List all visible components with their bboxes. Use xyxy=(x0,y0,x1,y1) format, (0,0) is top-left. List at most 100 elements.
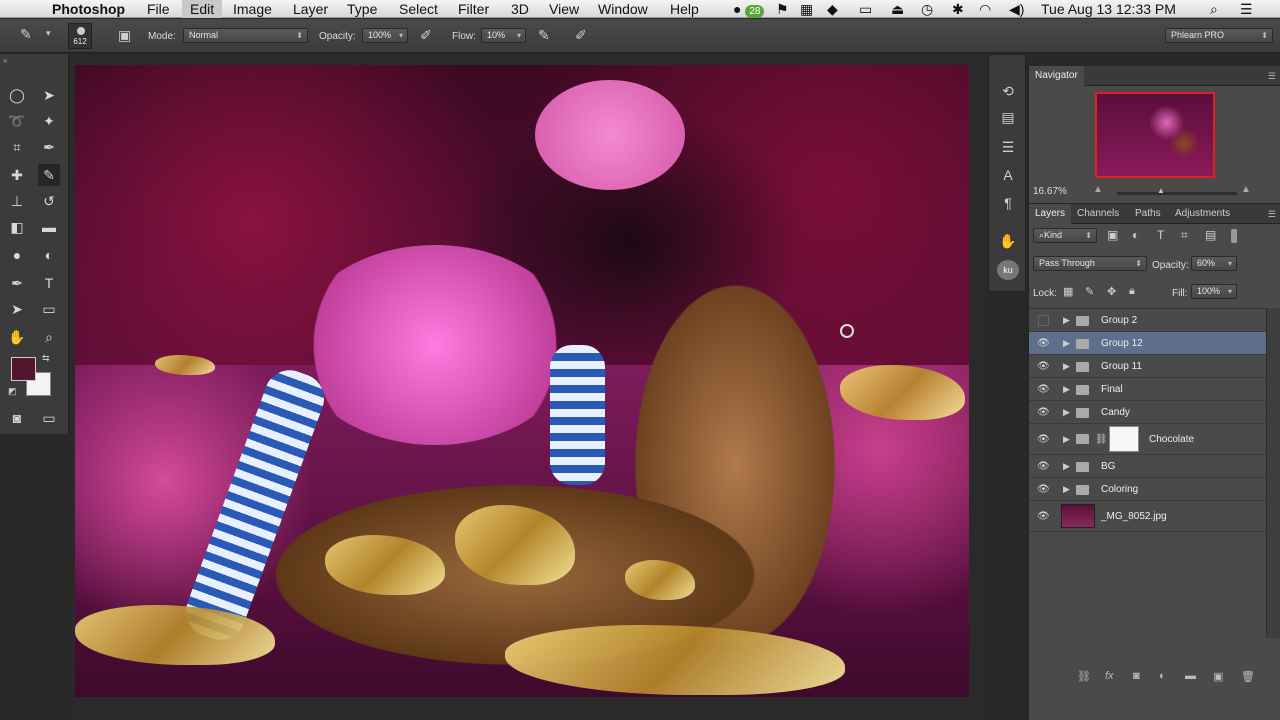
screen-mode-icon[interactable]: ▭ xyxy=(38,407,60,429)
layer-name[interactable]: Chocolate xyxy=(1149,424,1194,455)
lock-position-icon[interactable]: ✥ xyxy=(1107,285,1116,298)
filter-smart-object-icon[interactable]: ▤ xyxy=(1205,228,1216,242)
pressure-size-icon[interactable]: ✐ xyxy=(575,27,587,44)
lock-image-icon[interactable]: ✎ xyxy=(1085,285,1094,298)
kuler-panel-icon[interactable]: ku xyxy=(997,260,1019,280)
zoom-slider-handle[interactable]: ▲ xyxy=(1157,186,1165,195)
panel-menu-icon[interactable]: ☰ xyxy=(1268,204,1276,224)
tab-paths[interactable]: Paths xyxy=(1135,204,1161,224)
menu-filter[interactable]: Filter xyxy=(458,0,489,18)
eye-icon[interactable]: 👁︎ xyxy=(1037,478,1050,501)
paragraph-panel-icon[interactable]: ¶ xyxy=(997,195,1019,215)
expand-triangle-icon[interactable]: ▶ xyxy=(1063,309,1070,332)
airbrush-icon[interactable]: ✎ xyxy=(538,27,550,44)
brush-preset-picker[interactable]: 612 xyxy=(68,23,92,49)
path-selection-tool-icon[interactable]: ➤ xyxy=(6,298,28,320)
layer-name[interactable]: Group 2 xyxy=(1101,309,1137,332)
move-tool-icon[interactable]: ➤ xyxy=(38,84,60,106)
lock-all-icon[interactable]: 🔒︎ xyxy=(1129,285,1135,298)
pressure-opacity-icon[interactable]: ✐ xyxy=(420,27,432,44)
history-brush-tool-icon[interactable]: ↺ xyxy=(38,190,60,212)
tab-layers[interactable]: Layers xyxy=(1029,204,1072,224)
layer-style-fx-icon[interactable]: fx xyxy=(1105,670,1114,682)
layer-row-mg-8052[interactable]: 👁︎ _MG_8052.jpg xyxy=(1029,501,1267,532)
zoom-out-icon[interactable]: ▲ xyxy=(1093,184,1103,195)
layer-name[interactable]: _MG_8052.jpg xyxy=(1101,501,1167,532)
link-layers-icon[interactable]: ⛓ xyxy=(1077,670,1091,683)
clock-datetime[interactable]: Tue Aug 13 12:33 PM xyxy=(1041,0,1176,18)
filter-toggle[interactable] xyxy=(1231,229,1237,243)
eraser-tool-icon[interactable]: ◧ xyxy=(6,216,28,238)
menu-app-photoshop[interactable]: Photoshop xyxy=(52,0,125,18)
layer-name[interactable]: BG xyxy=(1101,455,1115,478)
visibility-toggle-empty[interactable] xyxy=(1038,315,1049,326)
add-mask-icon[interactable]: ◙ xyxy=(1133,670,1140,682)
eye-icon[interactable]: 👁︎ xyxy=(1037,378,1050,401)
document-canvas[interactable] xyxy=(75,65,969,697)
dodge-tool-icon[interactable]: ◐ xyxy=(38,244,60,266)
collapse-toolbar-icon[interactable]: « xyxy=(3,56,7,65)
layer-name[interactable]: Group 12 xyxy=(1101,332,1143,355)
menu-edit[interactable]: Edit xyxy=(182,0,223,18)
tool-preset-chevron-down-icon[interactable]: ▾ xyxy=(46,28,51,39)
wifi-icon[interactable]: ◠ xyxy=(979,0,991,18)
brush-tool-icon[interactable]: ✎ xyxy=(20,26,32,43)
hand-tool-icon[interactable]: ✋ xyxy=(6,326,28,348)
clone-stamp-tool-icon[interactable]: ⊥ xyxy=(6,190,28,212)
marquee-tool-icon[interactable]: ◯ xyxy=(6,84,28,106)
pen-tool-icon[interactable]: ✒ xyxy=(6,272,28,294)
layers-scrollbar[interactable] xyxy=(1266,308,1280,638)
crop-tool-icon[interactable]: ⌗ xyxy=(6,136,28,158)
menu-layer[interactable]: Layer xyxy=(293,0,328,18)
lasso-tool-icon[interactable]: ➰ xyxy=(6,110,28,132)
zoom-slider[interactable] xyxy=(1117,192,1237,195)
expand-triangle-icon[interactable]: ▶ xyxy=(1063,401,1070,424)
filter-pixel-icon[interactable]: ▣ xyxy=(1107,228,1118,242)
status-grid-icon[interactable]: ▦ xyxy=(800,0,813,18)
status-app-icon[interactable]: ● 28 xyxy=(733,0,765,18)
tab-navigator[interactable]: Navigator xyxy=(1029,66,1084,86)
fill-field[interactable]: 100% ▾ xyxy=(1191,284,1237,299)
expand-triangle-icon[interactable]: ▶ xyxy=(1063,424,1070,455)
layer-name[interactable]: Candy xyxy=(1101,401,1130,424)
healing-brush-tool-icon[interactable]: ✚ xyxy=(6,164,28,186)
opacity-field[interactable]: 100% ▾ xyxy=(362,28,408,43)
flow-field[interactable]: 10% ▾ xyxy=(481,28,526,43)
tab-channels[interactable]: Channels xyxy=(1077,204,1119,224)
expand-triangle-icon[interactable]: ▶ xyxy=(1063,332,1070,355)
foreground-color-swatch[interactable] xyxy=(11,357,36,381)
menu-window[interactable]: Window xyxy=(598,0,648,18)
expand-triangle-icon[interactable]: ▶ xyxy=(1063,455,1070,478)
layer-mask-thumbnail[interactable] xyxy=(1109,426,1139,452)
expand-triangle-icon[interactable]: ▶ xyxy=(1063,355,1070,378)
brush-panel-toggle-icon[interactable]: ▣ xyxy=(118,27,131,44)
eye-icon[interactable]: 👁︎ xyxy=(1037,424,1050,455)
layer-row-group-2[interactable]: ▶ Group 2 xyxy=(1029,309,1267,332)
new-group-icon[interactable]: ▬ xyxy=(1185,670,1196,682)
quick-mask-icon[interactable]: ◙ xyxy=(6,407,28,429)
properties-panel-icon[interactable]: ☰ xyxy=(997,139,1019,159)
eyedropper-tool-icon[interactable]: ✒ xyxy=(38,136,60,158)
layer-row-bg[interactable]: 👁︎ ▶ BG xyxy=(1029,455,1267,478)
character-panel-icon[interactable]: A xyxy=(997,167,1019,187)
gradient-tool-icon[interactable]: ▬ xyxy=(38,216,60,238)
menu-select[interactable]: Select xyxy=(399,0,438,18)
filter-adjustment-icon[interactable]: ◐ xyxy=(1132,228,1139,242)
menu-type[interactable]: Type xyxy=(347,0,377,18)
magic-wand-tool-icon[interactable]: ✦ xyxy=(38,110,60,132)
actions-panel-icon[interactable]: ▤ xyxy=(997,109,1019,129)
layer-name[interactable]: Group 11 xyxy=(1101,355,1142,378)
menu-file[interactable]: File xyxy=(147,0,170,18)
layer-row-candy[interactable]: 👁︎ ▶ Candy xyxy=(1029,401,1267,424)
layer-name[interactable]: Final xyxy=(1101,378,1123,401)
spotlight-search-icon[interactable]: ⌕ xyxy=(1210,0,1218,18)
eject-icon[interactable]: ⏏ xyxy=(891,0,904,18)
brush-presets-panel-icon[interactable]: ✋ xyxy=(997,233,1019,253)
layer-row-coloring[interactable]: 👁︎ ▶ Coloring xyxy=(1029,478,1267,501)
menu-image[interactable]: Image xyxy=(233,0,272,18)
expand-triangle-icon[interactable]: ▶ xyxy=(1063,478,1070,501)
mode-dropdown[interactable]: Normal ⬍ xyxy=(183,28,308,43)
lock-transparent-icon[interactable]: ▦ xyxy=(1063,285,1073,298)
eye-icon[interactable]: 👁︎ xyxy=(1037,401,1050,424)
navigator-zoom-value[interactable]: 16.67% xyxy=(1033,186,1067,197)
